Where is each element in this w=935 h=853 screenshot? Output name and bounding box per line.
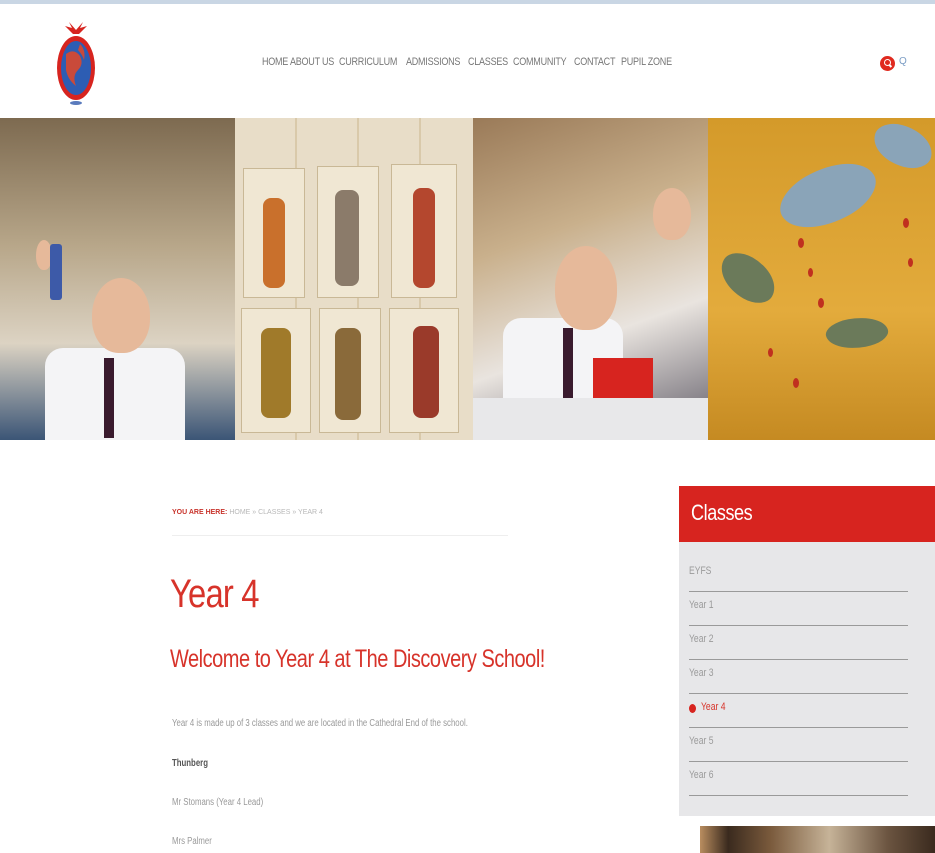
nav-community[interactable]: COMMUNITY xyxy=(513,56,567,68)
hero-photo-egyptian-artwork xyxy=(235,118,473,440)
sidebar-item-year-4[interactable]: Year 4 xyxy=(689,694,908,728)
site-header: HOME ABOUT US CURRICULUM ADMISSIONS CLAS… xyxy=(0,4,935,118)
class-name: Thunberg xyxy=(172,758,208,769)
nav-admissions[interactable]: ADMISSIONS xyxy=(406,56,460,68)
staff-member: Mrs Palmer xyxy=(172,836,212,847)
school-logo[interactable] xyxy=(54,20,98,108)
nav-about-us[interactable]: ABOUT US xyxy=(290,56,334,68)
nav-classes[interactable]: CLASSES xyxy=(468,56,508,68)
sidebar-title: Classes xyxy=(679,486,935,542)
sidebar-item-year-2[interactable]: Year 2 xyxy=(689,626,908,660)
sidebar-item-year-6[interactable]: Year 6 xyxy=(689,762,908,796)
page-title: Year 4 xyxy=(170,572,260,616)
sidebar-photo xyxy=(700,826,935,853)
classes-sidebar: Classes EYFS Year 1 Year 2 Year 3 Year 4… xyxy=(679,486,935,816)
breadcrumb-label: YOU ARE HERE: xyxy=(172,509,228,516)
globe-logo-icon xyxy=(57,22,95,105)
main-nav: HOME ABOUT US CURRICULUM ADMISSIONS CLAS… xyxy=(262,56,673,68)
sidebar-item-year-3[interactable]: Year 3 xyxy=(689,660,908,694)
staff-member: Mr Stomans (Year 4 Lead) xyxy=(172,797,264,808)
nav-contact[interactable]: CONTACT xyxy=(574,56,615,68)
hero-photo-model-planes xyxy=(708,118,935,440)
sidebar-list: EYFS Year 1 Year 2 Year 3 Year 4 Year 5 … xyxy=(689,558,908,796)
search-toggle[interactable]: Q xyxy=(899,56,907,67)
breadcrumb: YOU ARE HERE: HOME » CLASSES » YEAR 4 xyxy=(172,509,323,516)
red-drop-icon xyxy=(689,704,696,713)
nav-home[interactable]: HOME xyxy=(262,56,288,68)
sidebar-item-year-1[interactable]: Year 1 xyxy=(689,592,908,626)
nav-curriculum[interactable]: CURRICULUM xyxy=(339,56,397,68)
intro-text: Year 4 is made up of 3 classes and we ar… xyxy=(172,718,468,729)
breadcrumb-trail[interactable]: HOME » CLASSES » YEAR 4 xyxy=(229,509,323,516)
sidebar-item-eyfs[interactable]: EYFS xyxy=(689,558,908,592)
content-divider xyxy=(172,535,508,536)
hero-banner xyxy=(0,118,935,440)
nav-pupil-zone[interactable]: PUPIL ZONE xyxy=(621,56,672,68)
sidebar-item-year-5[interactable]: Year 5 xyxy=(689,728,908,762)
hero-photo-boy-glue xyxy=(0,118,235,440)
hero-photo-boy-writing xyxy=(473,118,708,440)
search-icon[interactable] xyxy=(880,56,895,71)
page-subtitle: Welcome to Year 4 at The Discovery Schoo… xyxy=(170,645,545,673)
